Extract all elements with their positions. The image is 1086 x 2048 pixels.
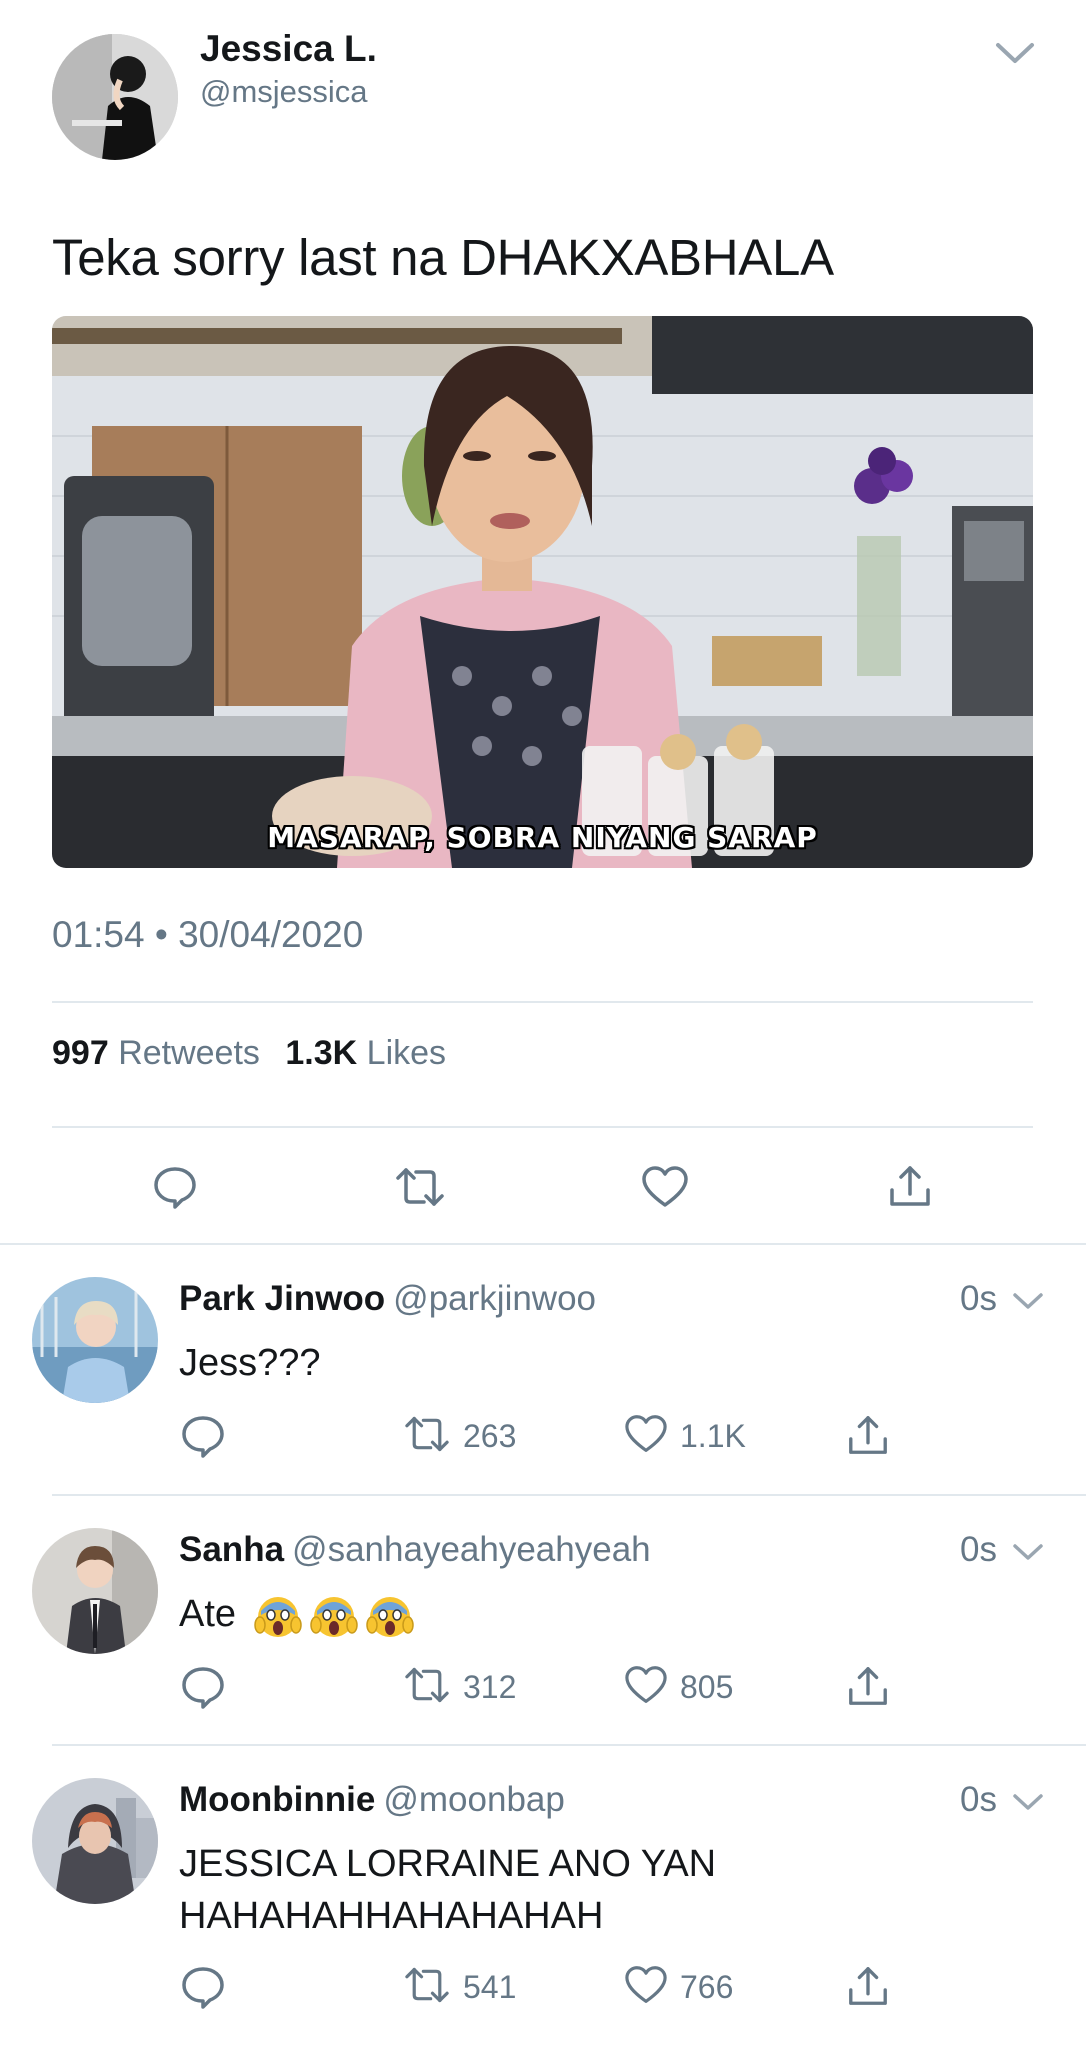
emoji-text: 😱😱😱	[236, 1588, 237, 1589]
avatar[interactable]	[32, 1528, 158, 1654]
tweet-timestamp[interactable]: 01:54 • 30/04/2020	[52, 914, 363, 956]
share-icon[interactable]	[883, 1160, 937, 1214]
share-icon[interactable]	[846, 1411, 890, 1461]
share-icon[interactable]	[846, 1962, 890, 2012]
reply-header: Moonbinnie @moonbap	[179, 1780, 565, 1820]
like-button[interactable]: 805	[624, 1662, 733, 1712]
main-tweet: Jessica L. @msjessica Teka sorry last na…	[0, 0, 1086, 1243]
reply-author-handle[interactable]: @parkjinwoo	[393, 1279, 596, 1318]
chevron-down-icon[interactable]	[992, 36, 1038, 70]
chevron-down-icon[interactable]	[1010, 1538, 1046, 1566]
reply-icon[interactable]	[148, 1160, 202, 1214]
retweet-count: 312	[463, 1668, 517, 1705]
reply-author-name[interactable]: Sanha	[179, 1530, 284, 1569]
reply-time: 0s	[960, 1279, 997, 1318]
like-button[interactable]: 1.1K	[624, 1411, 746, 1461]
retweet-icon[interactable]	[393, 1160, 447, 1214]
chevron-down-icon[interactable]	[1010, 1287, 1046, 1315]
divider	[52, 1001, 1033, 1003]
retweet-count: 263	[463, 1417, 517, 1454]
reply-text-line: HAHAHAHHAHAHAHAH	[179, 1895, 604, 1937]
avatar[interactable]	[32, 1778, 158, 1904]
like-count: 805	[680, 1668, 734, 1705]
reply-header: Park Jinwoo @parkjinwoo	[179, 1279, 596, 1319]
reply-tweet[interactable]: Sanha@sanhayeahyeahyeah 0s Ate 😱😱😱	[0, 1494, 1086, 1744]
tweet-text: Teka sorry last na DHAKXABHALA	[52, 229, 834, 286]
media-caption: MASARAP, SOBRA NIYANG SARAP	[267, 821, 818, 854]
like-icon	[624, 1414, 668, 1459]
reply-time: 0s	[960, 1530, 997, 1569]
retweet-button[interactable]: 263	[403, 1411, 516, 1461]
reply-text: Jess???	[179, 1342, 321, 1384]
reply-header: Sanha @sanhayeahyeahyeah	[179, 1530, 651, 1570]
avatar[interactable]	[32, 1277, 158, 1403]
reply-author-name[interactable]: Park Jinwoo	[179, 1279, 385, 1318]
screaming-face-emoji-icon	[309, 1596, 358, 1637]
screaming-face-emoji-icon	[365, 1596, 414, 1637]
like-count: 1.1K	[680, 1417, 746, 1454]
retweet-button[interactable]: 541	[403, 1962, 516, 2012]
tweet-media[interactable]: MASARAP, SOBRA NIYANG SARAP	[52, 316, 1033, 868]
like-label[interactable]: Likes	[367, 1034, 446, 1072]
reply-author-handle[interactable]: @sanhayeahyeahyeah	[292, 1530, 651, 1569]
retweet-count: 541	[463, 1968, 517, 2005]
author-handle[interactable]: @msjessica	[200, 74, 368, 110]
reply-author-name[interactable]: Moonbinnie	[179, 1780, 375, 1819]
reply-text-body: Ate	[179, 1593, 237, 1635]
reply-tweet[interactable]: Park Jinwoo @parkjinwoo 0s Jess??? 263 1.…	[0, 1243, 1086, 1494]
screaming-face-emoji-icon	[253, 1596, 302, 1637]
retweet-count[interactable]: 997	[52, 1034, 109, 1072]
retweet-button[interactable]: 312	[403, 1662, 516, 1712]
author-avatar[interactable]	[52, 34, 178, 160]
reply-icon[interactable]	[180, 1411, 226, 1461]
like-icon[interactable]	[638, 1160, 692, 1214]
retweet-icon	[403, 1964, 451, 2011]
like-icon	[624, 1965, 668, 2010]
reply-time: 0s	[960, 1780, 997, 1819]
retweet-icon	[403, 1413, 451, 1460]
retweet-label[interactable]: Retweets	[118, 1034, 260, 1072]
reply-text: JESSICA LORRAINE ANO YAN HAHAHAHHAHAHAHA…	[179, 1838, 716, 1942]
reply-icon[interactable]	[180, 1662, 226, 1712]
reply-icon[interactable]	[180, 1962, 226, 2012]
engagement-stats: 997 Retweets 1.3K Likes	[52, 1034, 462, 1073]
reply-text-line: JESSICA LORRAINE ANO YAN	[179, 1843, 717, 1885]
like-count[interactable]: 1.3K	[285, 1034, 357, 1072]
reply-tweet[interactable]: Moonbinnie @moonbap 0s JESSICA LORRAINE A…	[0, 1744, 1086, 2048]
like-icon	[624, 1665, 668, 1710]
reply-author-handle[interactable]: @moonbap	[383, 1780, 564, 1819]
chevron-down-icon[interactable]	[1010, 1788, 1046, 1816]
like-count: 766	[680, 1968, 734, 2005]
reply-text: Ate 😱😱😱	[179, 1588, 415, 1640]
retweet-icon	[403, 1664, 451, 1711]
divider	[52, 1126, 1033, 1128]
author-name[interactable]: Jessica L.	[200, 28, 377, 70]
share-icon[interactable]	[846, 1662, 890, 1712]
like-button[interactable]: 766	[624, 1962, 733, 2012]
